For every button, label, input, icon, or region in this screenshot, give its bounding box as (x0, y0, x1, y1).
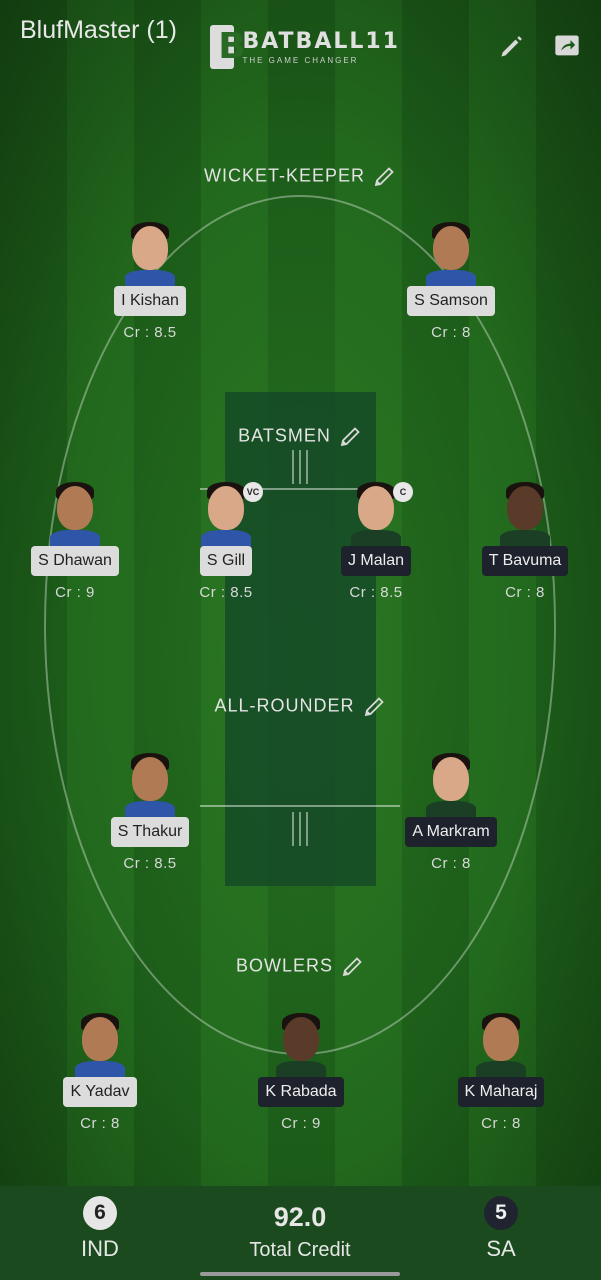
team2-player-count: 5 (484, 1196, 518, 1230)
player-card-markram[interactable]: A Markram Cr : 8 (396, 753, 506, 872)
section-bowlers: BOWLERS (0, 954, 601, 978)
team-title: BlufMaster (1) (20, 16, 177, 44)
player-name: I Kishan (114, 286, 186, 316)
captain-badge: C (393, 482, 413, 502)
player-name: K Maharaj (457, 1077, 545, 1107)
share-icon[interactable] (553, 32, 583, 62)
player-card-kishan[interactable]: I Kishan Cr : 8.5 (95, 222, 205, 341)
team2-name: SA (486, 1236, 516, 1261)
total-credit-value: 92.0 (273, 1202, 327, 1232)
player-card-bavuma[interactable]: T Bavuma Cr : 8 (470, 482, 580, 601)
vice-captain-badge: VC (243, 482, 263, 502)
player-avatar (48, 482, 102, 548)
logo-tagline: THE GAME CHANGER (242, 56, 359, 65)
edit-team-pencil-icon[interactable] (498, 32, 528, 62)
player-card-thakur[interactable]: S Thakur Cr : 8.5 (95, 753, 205, 872)
player-credit: Cr : 9 (55, 584, 95, 601)
player-avatar (123, 222, 177, 288)
player-card-maharaj[interactable]: K Maharaj Cr : 8 (446, 1013, 556, 1132)
player-card-rabada[interactable]: K Rabada Cr : 9 (246, 1013, 356, 1132)
player-name: S Samson (407, 286, 495, 316)
player-name: S Dhawan (31, 546, 119, 576)
total-credit-label: Total Credit (249, 1239, 351, 1261)
section-batsmen: BATSMEN (0, 424, 601, 448)
player-avatar (474, 1013, 528, 1079)
player-card-samson[interactable]: S Samson Cr : 8 (396, 222, 506, 341)
player-card-dhawan[interactable]: S Dhawan Cr : 9 (20, 482, 130, 601)
player-name: A Markram (405, 817, 497, 847)
bowlers-label: BOWLERS (235, 955, 334, 976)
section-all-rounder: ALL-ROUNDER (0, 694, 601, 718)
player-credit: Cr : 8.5 (123, 855, 177, 872)
player-card-gill[interactable]: VC S Gill Cr : 8.5 (171, 482, 281, 601)
player-credit: Cr : 8.5 (123, 324, 177, 341)
top-stumps (292, 450, 308, 484)
bottom-crease (200, 805, 400, 807)
all-rounder-label: ALL-ROUNDER (214, 695, 355, 716)
bottom-stumps (292, 812, 308, 846)
edit-wicket-keeper-pencil-icon[interactable] (373, 164, 397, 188)
wicket-keeper-label: WICKET-KEEPER (203, 165, 366, 186)
player-avatar (424, 753, 478, 819)
player-avatar (498, 482, 552, 548)
team1-summary: 6 IND (60, 1196, 140, 1262)
batsmen-label: BATSMEN (238, 425, 331, 446)
player-name: K Yadav (63, 1077, 137, 1107)
total-credit-block: 92.0 Total Credit (200, 1202, 400, 1262)
player-card-malan[interactable]: C J Malan Cr : 8.5 (321, 482, 431, 601)
player-credit: Cr : 8 (80, 1115, 120, 1132)
player-avatar (73, 1013, 127, 1079)
team1-name: IND (81, 1236, 119, 1261)
player-name: S Thakur (110, 817, 190, 847)
edit-all-rounder-pencil-icon[interactable] (363, 694, 387, 718)
player-credit: Cr : 8 (431, 324, 471, 341)
player-avatar (424, 222, 478, 288)
player-credit: Cr : 8.5 (349, 584, 403, 601)
app-logo: BATBALL11 THE GAME CHANGER (210, 24, 400, 70)
player-name: J Malan (340, 546, 412, 576)
player-credit: Cr : 8 (505, 584, 545, 601)
logo-b-icon (210, 25, 255, 69)
team1-player-count: 6 (83, 1196, 117, 1230)
player-name: T Bavuma (481, 546, 569, 576)
section-wicket-keeper: WICKET-KEEPER (0, 164, 601, 188)
home-indicator[interactable] (200, 1272, 400, 1276)
player-avatar (123, 753, 177, 819)
player-name: S Gill (199, 546, 253, 576)
logo-name: BATBALL11 (242, 29, 400, 54)
player-credit: Cr : 8 (481, 1115, 521, 1132)
player-avatar (274, 1013, 328, 1079)
team-summary-footer: 6 IND 92.0 Total Credit 5 SA (0, 1186, 601, 1280)
player-credit: Cr : 8 (431, 855, 471, 872)
player-credit: Cr : 9 (281, 1115, 321, 1132)
player-credit: Cr : 8.5 (199, 584, 253, 601)
player-name: K Rabada (258, 1077, 344, 1107)
edit-batsmen-pencil-icon[interactable] (339, 424, 363, 448)
team2-summary: 5 SA (461, 1196, 541, 1262)
player-card-yadav[interactable]: K Yadav Cr : 8 (45, 1013, 155, 1132)
edit-bowlers-pencil-icon[interactable] (341, 954, 365, 978)
